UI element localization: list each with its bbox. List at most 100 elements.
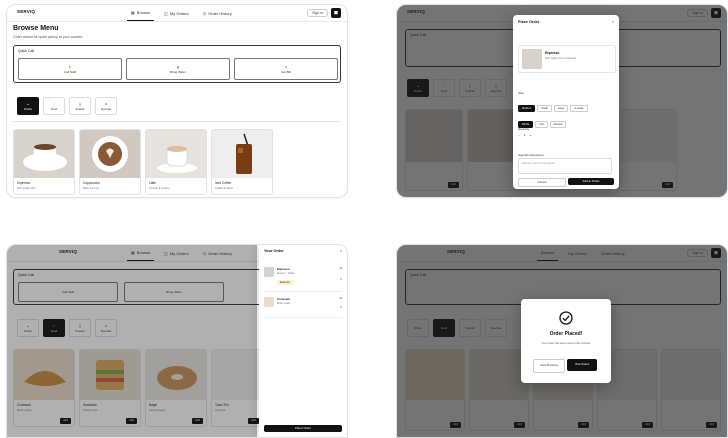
- item-detail: Medium · Whole: [277, 272, 295, 275]
- bag-icon: ◫: [164, 10, 168, 16]
- place-order-button[interactable]: Place Order: [264, 425, 342, 432]
- drawer-overlay[interactable]: [7, 245, 257, 437]
- category-tabs: ☕Drinks ⑂Food ◎Snacks ★Specials: [17, 97, 117, 115]
- category-specials[interactable]: ★Specials: [95, 97, 117, 115]
- item-name: Cappuccino: [83, 181, 100, 185]
- item-desc: Smooth & creamy: [149, 187, 170, 190]
- notes-label: Special instructions: [518, 153, 544, 157]
- espresso-cup-icon: [23, 144, 67, 171]
- grid-icon: ▦: [131, 10, 135, 15]
- item-name: Espresso: [277, 267, 290, 271]
- fork-icon: ⑂: [53, 101, 55, 106]
- item-desc: Rich single shot of espresso: [545, 57, 577, 60]
- item-thumbnail: [264, 267, 274, 277]
- menu-card-espresso[interactable]: Espresso Rich single shot: [13, 129, 75, 195]
- quick-get-bill[interactable]: ≡ Get Bill: [234, 58, 338, 80]
- navbar: SERVIQ ▦ Browse ◫ My Orders ◷ Order History…: [7, 5, 347, 22]
- place-order-modal: Place Order × Espresso Rich single shot …: [513, 15, 619, 189]
- item-image: [146, 130, 206, 178]
- close-icon[interactable]: ×: [612, 19, 614, 24]
- item-image: [14, 130, 74, 178]
- latte-cup-icon: [157, 146, 197, 173]
- item-name: Croissant: [277, 297, 290, 301]
- item-name: Espresso: [17, 181, 31, 185]
- close-icon[interactable]: ×: [340, 248, 342, 253]
- category-snacks[interactable]: ◎Snacks: [69, 97, 91, 115]
- order-line-item: Croissant Butter pastry x1 ✕: [264, 295, 342, 318]
- item-thumbnail: [522, 49, 542, 69]
- order-line-item: Espresso Medium · Whole x1 Extra hot ✕: [264, 265, 342, 292]
- dialog-title: Order Placed!: [549, 331, 583, 337]
- water-icon: ◍: [176, 64, 180, 69]
- trash-icon[interactable]: ✕: [339, 305, 342, 309]
- item-desc: Milky foam art: [83, 187, 100, 190]
- item-qty: x1: [339, 297, 342, 300]
- category-drinks[interactable]: ☕Drinks: [17, 97, 39, 115]
- sign-in-button[interactable]: Sign in: [307, 9, 328, 17]
- receipt-icon: ≡: [285, 64, 287, 69]
- clock-icon: ◷: [202, 10, 207, 16]
- notes-placeholder: Add any notes for the barista...: [522, 162, 557, 165]
- order-item-summary: Espresso Rich single shot of espresso: [518, 45, 616, 73]
- page-subtitle: Order ahead for quick pickup at your cou…: [13, 35, 84, 39]
- item-name: Latte: [149, 181, 157, 185]
- nav-tabs: ▦ Browse ◫ My Orders ◷ Order History: [127, 5, 236, 21]
- tab-browse[interactable]: ▦ Browse: [127, 5, 155, 21]
- milk-option[interactable]: Oat: [535, 121, 548, 128]
- category-divider: [13, 121, 341, 122]
- page-title: Browse Menu: [13, 25, 59, 32]
- drawer-title: Your Order: [264, 249, 284, 253]
- minus-icon[interactable]: −: [518, 133, 520, 137]
- quick-call-staff[interactable]: ✋ Call Staff: [18, 58, 122, 80]
- item-name: Espresso: [545, 51, 560, 55]
- menu-card-cappuccino[interactable]: Cappuccino Milky foam art: [79, 129, 141, 195]
- view-orders-button[interactable]: View Orders: [567, 359, 597, 371]
- item-image: [212, 130, 272, 178]
- keep-browsing-button[interactable]: Keep Browsing: [533, 359, 565, 373]
- tab-order-history[interactable]: ◷ Order History: [199, 5, 236, 21]
- size-label: Size: [518, 91, 524, 95]
- category-food[interactable]: ⑂Food: [43, 97, 65, 115]
- plus-icon[interactable]: +: [529, 133, 531, 137]
- item-desc: Chilled & sweet: [215, 187, 233, 190]
- cart-button[interactable]: ◼: [331, 8, 341, 18]
- modal-title: Place Order: [518, 20, 540, 24]
- iced-coffee-glass-icon: [236, 133, 252, 174]
- trash-icon[interactable]: ✕: [339, 277, 342, 281]
- item-note-badge: Extra hot: [277, 280, 293, 285]
- size-option[interactable]: Small: [537, 105, 552, 112]
- item-desc: Rich single shot: [17, 187, 36, 190]
- cappuccino-cup-icon: [92, 136, 128, 172]
- cookie-icon: ◎: [78, 101, 82, 106]
- milk-option[interactable]: Almond: [549, 121, 567, 128]
- quantity-label: Quantity: [518, 127, 530, 131]
- panel-browse: SERVIQ ▦ Browse ◫ My Orders ◷ Order History…: [6, 4, 348, 198]
- menu-card-iced-coffee[interactable]: Iced Coffee Chilled & sweet: [211, 129, 273, 195]
- quantity-stepper[interactable]: −1 +: [518, 133, 531, 137]
- cancel-button[interactable]: Cancel: [518, 178, 566, 187]
- brand-logo[interactable]: SERVIQ: [17, 9, 35, 14]
- tab-my-orders[interactable]: ◫ My Orders: [160, 5, 192, 21]
- item-image: [80, 130, 140, 178]
- panel-order-drawer: SERVIQ ▦ Browse ◫ My Orders ◷ Order History…: [6, 244, 348, 438]
- milk-label: Milk: [518, 107, 524, 111]
- notes-input[interactable]: Add any notes for the barista...: [518, 158, 612, 174]
- order-drawer: Your Order × Espresso Medium · Whole x1 …: [259, 245, 347, 437]
- hand-icon: ✋: [68, 64, 72, 69]
- panel-order-placed: SERVIQ Browse My Orders Order History Si…: [396, 244, 728, 438]
- quick-bring-water[interactable]: ◍ Bring Water: [126, 58, 230, 80]
- dialog-message: Your order has been sent to the counter.: [541, 341, 591, 345]
- item-name: Iced Coffee: [215, 181, 232, 185]
- item-thumbnail: [264, 297, 274, 307]
- nav-right: Sign in ◼: [307, 8, 341, 18]
- quick-call-box: Quick Call ✋ Call Staff ◍ Bring Water ≡ Get…: [13, 45, 341, 83]
- item-qty: x1: [339, 267, 342, 270]
- size-option[interactable]: X-Large: [570, 105, 588, 112]
- star-icon: ★: [104, 101, 108, 106]
- check-circle-icon: [559, 311, 573, 325]
- item-detail: Butter pastry: [277, 302, 291, 305]
- add-to-order-button[interactable]: Add to Order: [568, 178, 614, 185]
- panel-place-order: SERVIQ Sign in ◼ Quick Call ☕Drinks ⑂Foo…: [396, 4, 728, 198]
- menu-card-latte[interactable]: Latte Smooth & creamy: [145, 129, 207, 195]
- size-option[interactable]: Large: [553, 105, 569, 112]
